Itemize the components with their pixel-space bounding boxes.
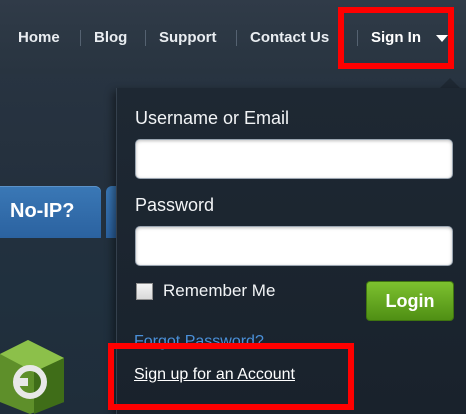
password-input[interactable] [135, 226, 453, 266]
nav-separator [80, 30, 81, 46]
nav-separator [236, 30, 237, 46]
hero-tab[interactable]: No-IP? [0, 186, 101, 238]
nav-link-blog[interactable]: Blog [94, 28, 127, 48]
remember-me-checkbox[interactable] [136, 283, 153, 300]
nav-link-home[interactable]: Home [18, 28, 60, 48]
password-label: Password [135, 195, 215, 215]
cube-logo-icon [0, 340, 64, 414]
nav-link-support[interactable]: Support [159, 28, 217, 48]
username-input[interactable] [135, 139, 453, 179]
login-button[interactable]: Login [366, 281, 454, 321]
hero-tab-label: No-IP? [10, 200, 75, 222]
nav-separator [145, 30, 146, 46]
username-label: Username or Email [135, 108, 290, 128]
nav-link-contact-us[interactable]: Contact Us [250, 28, 336, 48]
remember-me-label[interactable]: Remember Me [163, 281, 275, 301]
sign-in-highlight-box [338, 7, 454, 69]
sign-up-highlight-box [108, 343, 354, 410]
dropdown-pointer [440, 78, 460, 88]
